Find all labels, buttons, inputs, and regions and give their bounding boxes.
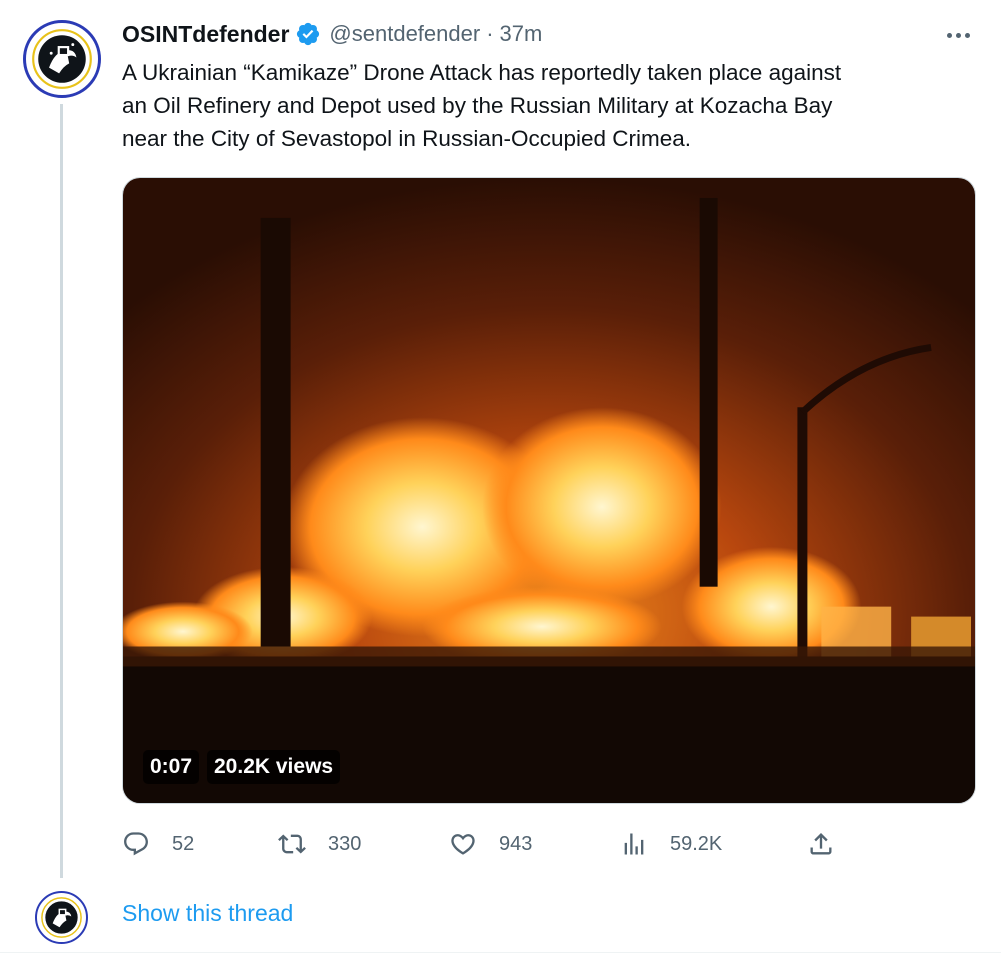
like-button[interactable]: 943	[449, 826, 532, 862]
video-thumbnail-fire-icon	[123, 178, 975, 803]
more-options-button[interactable]	[943, 22, 973, 48]
like-count: 943	[499, 832, 533, 855]
video-views-badge: 20.2K views	[207, 750, 341, 784]
avatar[interactable]	[23, 20, 101, 98]
verified-badge-icon[interactable]	[295, 21, 321, 47]
display-name[interactable]: OSINTdefender	[122, 21, 289, 48]
avatar-logo-icon	[37, 893, 86, 942]
retweet-icon	[278, 834, 306, 854]
more-dot	[946, 32, 952, 38]
video-duration-badge: 0:07	[143, 750, 200, 784]
heart-icon	[451, 834, 475, 855]
timestamp[interactable]: 37m	[500, 21, 543, 47]
retweet-count: 330	[328, 832, 362, 855]
tweet-text-line: an Oil Refinery and Depot used by the Ru…	[122, 93, 833, 118]
user-handle[interactable]: @sentdefender	[329, 21, 480, 47]
views-count: 59.2K	[670, 832, 723, 855]
retweet-button[interactable]: 330	[278, 826, 361, 862]
video-player[interactable]	[122, 177, 976, 804]
reply-button[interactable]: 52	[122, 826, 194, 862]
tweet-text: A Ukrainian “Kamikaze” Drone Attack has …	[122, 56, 982, 155]
separator-dot: ·	[486, 21, 494, 46]
views-button[interactable]: 59.2K	[620, 826, 722, 862]
tweet-header: OSINTdefender @sentdefender · 37m	[122, 18, 542, 50]
tweet-text-line: A Ukrainian “Kamikaze” Drone Attack has …	[122, 60, 842, 85]
tweet-text-line: near the City of Sevastopol in Russian-O…	[122, 126, 692, 151]
tweet-action-bar: 52 330 943 59.2K	[0, 826, 1001, 862]
more-dot	[955, 32, 961, 38]
share-icon	[810, 833, 832, 855]
thread-connector-line	[60, 104, 63, 878]
share-button[interactable]	[807, 826, 835, 862]
thread-avatar[interactable]	[35, 891, 88, 944]
more-dot	[964, 32, 970, 38]
reply-count: 52	[172, 832, 195, 855]
divider	[0, 952, 1001, 953]
show-thread-link[interactable]: Show this thread	[122, 900, 293, 927]
avatar-logo-icon	[27, 24, 97, 94]
bar-chart-icon	[624, 833, 644, 855]
reply-icon	[124, 832, 148, 856]
